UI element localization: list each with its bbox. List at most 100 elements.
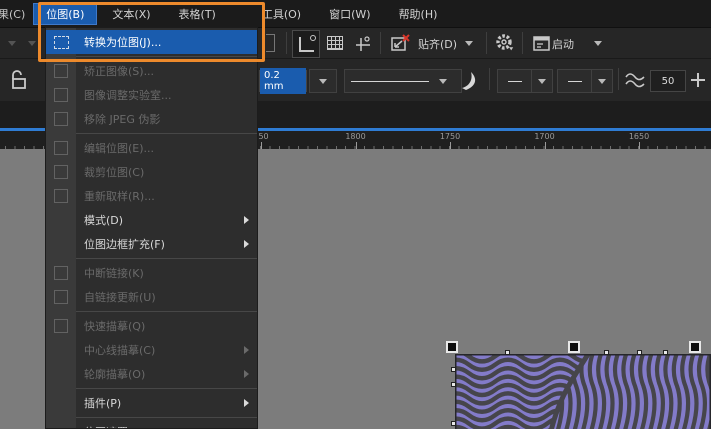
curve-node-dot[interactable] — [663, 350, 668, 355]
menu-item-4: 移除 JPEG 伪影 — [46, 107, 257, 131]
selection-handle-top-middle[interactable] — [568, 341, 580, 353]
outline-width-value: 0.2 mm — [260, 68, 306, 94]
menubar-item-0[interactable]: 位图(B) — [33, 3, 97, 25]
line-style-preview — [351, 81, 429, 82]
smoothing-stepper[interactable] — [690, 71, 706, 93]
menubar-item-5[interactable]: 帮助(H) — [386, 3, 451, 25]
menu-item-10[interactable]: 位图边框扩充(F) — [46, 232, 257, 256]
menu-item-0[interactable]: 转换为位图(J)... — [46, 30, 257, 54]
lock-button[interactable] — [9, 68, 29, 95]
menu-item-13: 自链接更新(U) — [46, 285, 257, 309]
edit-bitmap-icon — [46, 141, 76, 155]
menu-item-label: 中心线描摹(C) — [84, 342, 155, 358]
propbar-separator — [489, 68, 490, 90]
grid-icon — [327, 36, 343, 50]
toolbar-separator — [380, 32, 381, 54]
curve-node-dot[interactable] — [451, 421, 456, 426]
break-link-icon — [46, 266, 76, 280]
submenu-arrow-icon — [244, 240, 249, 248]
submenu-arrow-icon — [244, 399, 249, 407]
curve-node-dot[interactable] — [451, 367, 456, 372]
menu-item-label: 快速描摹(Q) — [84, 318, 145, 334]
outline-width-input[interactable]: 0.2 mm — [259, 70, 307, 92]
menu-item-label: 图像调整实验室... — [84, 87, 172, 103]
smoothing-value: 50 — [662, 76, 675, 87]
menu-item-17: 轮廓描摹(O) — [46, 362, 257, 386]
curve-node-dot[interactable] — [604, 350, 609, 355]
snap-off-button[interactable] — [388, 30, 414, 56]
open-lock-icon — [9, 68, 29, 91]
outline-width-dropdown[interactable] — [309, 69, 337, 93]
crop-bitmap-icon — [46, 165, 76, 179]
snap-menu-label[interactable]: 贴齐(D) — [418, 36, 457, 52]
hidden-combo-caret — [28, 41, 36, 46]
menu-item-label: 移除 JPEG 伪影 — [84, 111, 160, 127]
ruler-major-tick — [356, 142, 357, 149]
end-arrowhead-select[interactable] — [557, 69, 593, 93]
resample-icon — [46, 189, 76, 203]
menu-item-21[interactable]: 位图遮罩(M) — [46, 420, 257, 429]
curve-node-dot[interactable] — [637, 350, 642, 355]
ruler-major-tick — [639, 142, 640, 149]
selection-handle-top-left[interactable] — [446, 341, 458, 353]
curve-node-dot[interactable] — [451, 382, 456, 387]
wave-smoothing-icon — [625, 71, 645, 89]
ruler-setup-button[interactable] — [292, 30, 320, 58]
curve-node-dot[interactable] — [505, 350, 510, 355]
menu-item-label: 模式(D) — [84, 212, 123, 228]
menubar-item-effects-partial[interactable]: 果(C) — [0, 3, 33, 25]
menubar-item-3[interactable]: 工具(O) — [249, 3, 314, 25]
menu-item-6: 编辑位图(E)... — [46, 136, 257, 160]
menu-item-9[interactable]: 模式(D) — [46, 208, 257, 232]
launch-menu-caret[interactable] — [594, 41, 602, 46]
options-button[interactable] — [492, 30, 518, 56]
menu-item-19[interactable]: 插件(P) — [46, 391, 257, 415]
launch-button-icon-wrap[interactable] — [528, 30, 554, 56]
toolbar-separator — [286, 32, 287, 54]
ruler-major-tick — [545, 142, 546, 149]
remove-jpeg-artifacts-icon — [46, 112, 76, 126]
selection-handle-top-right[interactable] — [689, 341, 701, 353]
end-arrowhead-preview — [568, 81, 582, 82]
gear-icon — [494, 32, 516, 54]
toolbar-separator — [522, 32, 523, 54]
clipped-toolbar-icon — [266, 34, 275, 52]
start-arrowhead-select[interactable] — [497, 69, 533, 93]
smoothing-control — [625, 71, 645, 93]
calligraphy-pen-icon — [458, 69, 482, 93]
toolbar-separator — [486, 32, 487, 54]
menubar-item-4[interactable]: 窗口(W) — [316, 3, 383, 25]
menu-item-8: 重新取样(R)... — [46, 184, 257, 208]
snap-off-icon — [390, 33, 412, 53]
ruler-label: 1650 — [629, 132, 649, 141]
straighten-image-icon — [46, 64, 76, 78]
smoothing-input[interactable]: 50 — [650, 70, 686, 92]
menubar-item-1[interactable]: 文本(X) — [99, 3, 163, 25]
quick-trace-icon — [46, 319, 76, 333]
menubar-item-2[interactable]: 表格(T) — [166, 3, 229, 25]
bitmap-menu-dropdown: 转换为位图(J)...矫正图像(S)...图像调整实验室...移除 JPEG 伪… — [45, 27, 258, 429]
ruler-icon — [299, 37, 314, 52]
ruler-label: 1750 — [440, 132, 460, 141]
menu-item-label: 编辑位图(E)... — [84, 140, 154, 156]
ruler-label: 1700 — [534, 132, 554, 141]
propbar-separator — [618, 68, 619, 90]
end-arrowhead-caret[interactable] — [591, 69, 613, 93]
menu-item-label: 转换为位图(J)... — [84, 34, 161, 50]
menu-bar: 果(C) 位图(B)文本(X)表格(T) 工具(O)窗口(W)帮助(H) — [0, 0, 711, 28]
guidelines-setup-button[interactable] — [350, 30, 376, 56]
menu-item-15: 快速描摹(Q) — [46, 314, 257, 338]
guidelines-icon — [354, 34, 372, 52]
launch-menu-label[interactable]: 启动 — [552, 36, 574, 52]
start-arrowhead-caret[interactable] — [531, 69, 553, 93]
freehand-smoothing-pen-button[interactable] — [458, 69, 482, 97]
snap-menu-caret[interactable] — [465, 41, 473, 46]
launch-icon — [533, 36, 550, 51]
grid-setup-button[interactable] — [322, 30, 348, 56]
line-style-dropdown[interactable] — [344, 69, 462, 93]
submenu-arrow-icon — [244, 346, 249, 354]
menu-item-label: 自链接更新(U) — [84, 289, 156, 305]
update-from-link-icon — [46, 290, 76, 304]
wavy-stripes-object[interactable] — [455, 354, 711, 429]
ruler-major-tick — [261, 142, 262, 149]
